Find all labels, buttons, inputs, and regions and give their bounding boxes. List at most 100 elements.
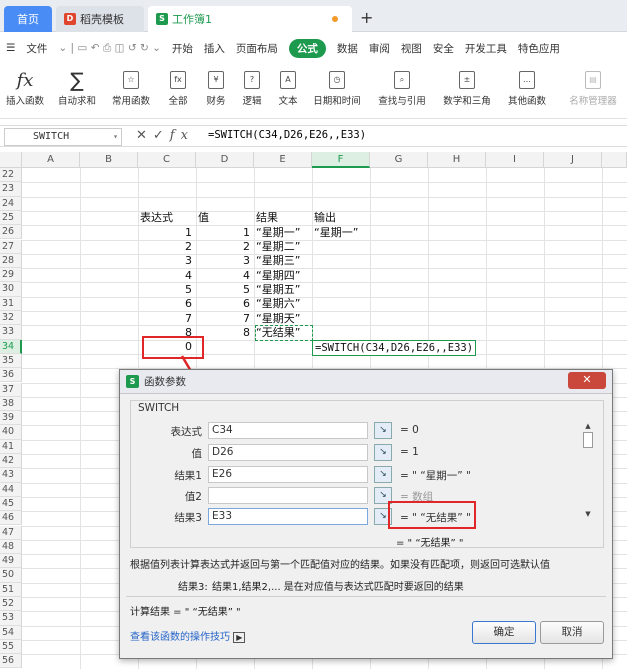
name-manager-button[interactable]: ▤ 名称管理器 [566, 67, 620, 107]
menu-item-insert[interactable]: 插入 [204, 41, 225, 56]
cell-c26[interactable]: 1 [140, 226, 192, 240]
cell-c32[interactable]: 7 [140, 312, 192, 326]
col-header-h[interactable]: H [428, 152, 486, 168]
col-header-c[interactable]: C [138, 152, 196, 168]
cell-e27[interactable]: “星期二” [256, 240, 300, 254]
cell-c27[interactable]: 2 [140, 240, 192, 254]
tab-home[interactable]: 首页 [4, 6, 52, 32]
hamburger-icon[interactable]: ☰ [6, 42, 15, 54]
col-header-a[interactable]: A [22, 152, 80, 168]
cell-e28[interactable]: “星期三” [256, 254, 300, 268]
cell-e29[interactable]: “星期四” [256, 269, 300, 283]
scroll-up-icon[interactable]: ▲ [582, 422, 594, 430]
cell-f26[interactable]: “星期一” [314, 226, 358, 240]
row-header-54[interactable]: 54 [0, 625, 22, 640]
row-header-24[interactable]: 24 [0, 196, 22, 211]
range-picker-icon[interactable]: ↘ [374, 422, 392, 439]
help-link[interactable]: 查看该函数的操作技巧 ▶ [130, 628, 246, 643]
ok-button[interactable]: 确定 [472, 621, 536, 644]
cancel-button[interactable]: 取消 [540, 621, 604, 644]
menu-item-review[interactable]: 审阅 [369, 41, 390, 56]
row-header-35[interactable]: 35 [0, 353, 22, 369]
arg-input-value[interactable]: D26 [208, 444, 368, 461]
cell-c29[interactable]: 4 [140, 269, 192, 283]
row-header-50[interactable]: 50 [0, 568, 22, 583]
all-functions-button[interactable]: fx 全部 [162, 67, 194, 107]
menu-item-layout[interactable]: 页面布局 [236, 41, 278, 56]
row-header-31[interactable]: 31 [0, 296, 22, 311]
other-functions-button[interactable]: … 其他函数 [502, 67, 552, 107]
cell-e31[interactable]: “星期六” [256, 297, 300, 311]
cell-d28[interactable]: 3 [198, 254, 250, 268]
arg-input-value2[interactable] [208, 487, 368, 504]
args-scrollbar[interactable]: ▲ ▼ [582, 422, 594, 518]
row-header-55[interactable]: 55 [0, 639, 22, 655]
range-picker-icon[interactable]: ↘ [374, 444, 392, 461]
row-header-37[interactable]: 37 [0, 382, 22, 397]
row-header-49[interactable]: 49 [0, 554, 22, 569]
row-header-51[interactable]: 51 [0, 582, 22, 597]
cell-e26[interactable]: “星期一” [256, 226, 300, 240]
logic-button[interactable]: ? 逻辑 [236, 67, 268, 107]
row-header-38[interactable]: 38 [0, 396, 22, 412]
col-header-g[interactable]: G [370, 152, 428, 168]
col-header-j[interactable]: J [544, 152, 602, 168]
row-header-47[interactable]: 47 [0, 525, 22, 540]
row-header-56[interactable]: 56 [0, 654, 22, 669]
cell-e32[interactable]: “星期天” [256, 312, 300, 326]
row-header-30[interactable]: 30 [0, 282, 22, 297]
formula-action-icons[interactable]: ✕✓fx [136, 128, 194, 143]
video-icon[interactable]: ▶ [233, 632, 246, 643]
row-header-52[interactable]: 52 [0, 597, 22, 612]
menu-item-data[interactable]: 数据 [337, 41, 358, 56]
col-header-f[interactable]: F [312, 152, 370, 168]
row-header-29[interactable]: 29 [0, 268, 22, 283]
cell-f25[interactable]: 输出 [314, 211, 336, 225]
range-picker-icon[interactable]: ↘ [374, 466, 392, 483]
row-header-25[interactable]: 25 [0, 210, 22, 226]
finance-button[interactable]: ¥ 财务 [200, 67, 232, 107]
tab-template[interactable]: D 稻壳模板 [56, 6, 144, 32]
row-header-28[interactable]: 28 [0, 253, 22, 269]
select-all-corner[interactable] [0, 152, 22, 168]
menu-item-devtools[interactable]: 开发工具 [465, 41, 507, 56]
cell-c25[interactable]: 表达式 [140, 211, 173, 225]
row-header-40[interactable]: 40 [0, 425, 22, 440]
cell-d30[interactable]: 5 [198, 283, 250, 297]
col-header-b[interactable]: B [80, 152, 138, 168]
menu-file[interactable]: 文件 [26, 41, 47, 56]
col-header-k[interactable] [602, 152, 627, 168]
row-header-41[interactable]: 41 [0, 439, 22, 454]
menu-item-view[interactable]: 视图 [401, 41, 422, 56]
cell-f34-editing[interactable]: =SWITCH(C34,D26,E26,,E33) [312, 340, 477, 356]
autosum-button[interactable]: ∑ 自动求和 [54, 67, 100, 107]
col-header-i[interactable]: I [486, 152, 544, 168]
close-icon[interactable]: ✕ [568, 372, 606, 389]
text-button[interactable]: A 文本 [272, 67, 304, 107]
cell-d27[interactable]: 2 [198, 240, 250, 254]
row-header-26[interactable]: 26 [0, 225, 22, 240]
cell-d31[interactable]: 6 [198, 297, 250, 311]
cell-c28[interactable]: 3 [140, 254, 192, 268]
col-header-d[interactable]: D [196, 152, 254, 168]
row-header-43[interactable]: 43 [0, 468, 22, 483]
row-header-53[interactable]: 53 [0, 611, 22, 626]
row-header-48[interactable]: 48 [0, 539, 22, 555]
tab-workbook[interactable]: S 工作簿1 [148, 6, 352, 32]
cell-c31[interactable]: 6 [140, 297, 192, 311]
menu-item-special[interactable]: 特色应用 [518, 41, 560, 56]
cell-d25[interactable]: 值 [198, 211, 209, 225]
col-header-e[interactable]: E [254, 152, 312, 168]
row-header-44[interactable]: 44 [0, 482, 22, 497]
menu-item-formula[interactable]: 公式 [288, 38, 326, 58]
cell-d26[interactable]: 1 [198, 226, 250, 240]
cell-d33[interactable]: 8 [198, 326, 250, 340]
new-tab-plus-icon[interactable]: + [360, 8, 373, 27]
cell-e30[interactable]: “星期五” [256, 283, 300, 297]
scroll-thumb[interactable] [583, 432, 593, 448]
row-header-22[interactable]: 22 [0, 168, 22, 183]
cell-e33[interactable]: “无结果” [255, 325, 313, 341]
arg-input-expression[interactable]: C34 [208, 422, 368, 439]
menu-item-start[interactable]: 开始 [172, 41, 193, 56]
lookup-button[interactable]: ⌕ 查找与引用 [372, 67, 432, 107]
